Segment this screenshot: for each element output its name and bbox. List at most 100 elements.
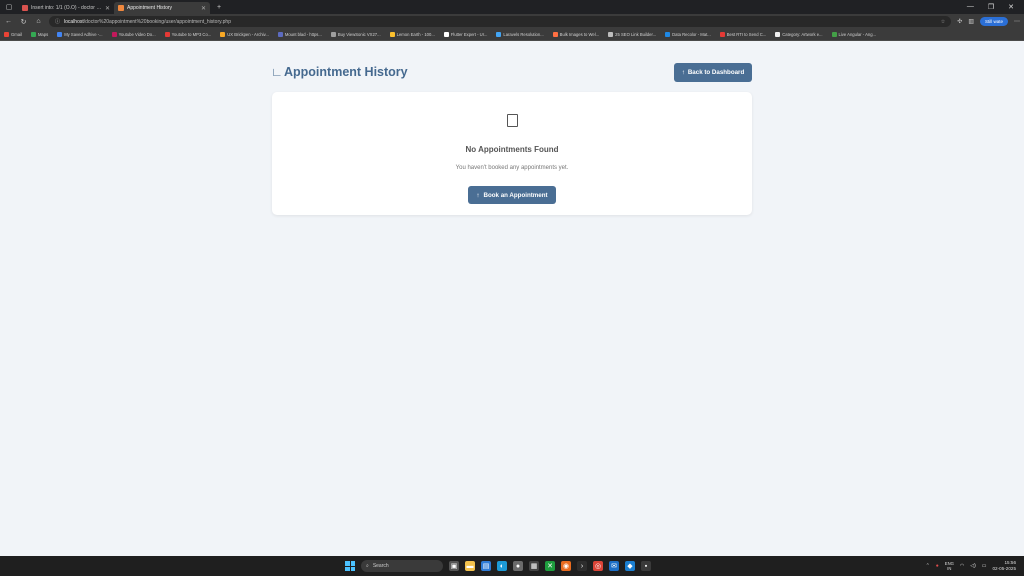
empty-state-card: No Appointments Found You haven't booked…: [272, 92, 752, 215]
bookmark-item[interactable]: UX Brickpen - Archiv...: [220, 32, 269, 37]
bookmark-item[interactable]: Gmail: [4, 32, 22, 37]
browser-tab-bar: ▢ Insert into: 1/1 (O.O) - doctor app ✕ …: [0, 0, 1024, 14]
tab-close-icon[interactable]: ✕: [201, 5, 206, 12]
bookmark-favicon-icon: [30, 32, 36, 37]
bookmark-favicon-icon: [57, 32, 63, 37]
empty-calendar-icon: [507, 114, 518, 127]
bookmark-label: 25 SEO Link Builder...: [615, 32, 657, 37]
file-explorer-icon[interactable]: ▬: [465, 561, 475, 571]
bookmark-favicon-icon: [111, 32, 117, 37]
reload-icon[interactable]: ↻: [19, 18, 28, 26]
page-content: ∟ Appointment History ↑ Back to Dashboar…: [0, 41, 1024, 556]
back-to-dashboard-button[interactable]: ↑ Back to Dashboard: [674, 62, 752, 82]
bookmark-item[interactable]: Live Angular - Ang...: [831, 32, 876, 37]
book-appointment-button[interactable]: ↑ Book an Appointment: [468, 186, 556, 204]
bookmark-item[interactable]: Lemon Earth - 100...: [389, 32, 435, 37]
home-icon[interactable]: ⌂: [34, 18, 43, 25]
bookmark-item[interactable]: Mount blad - https...: [277, 32, 322, 37]
xbox-icon[interactable]: ✕: [545, 561, 555, 571]
edge-icon[interactable]: ◐: [497, 561, 507, 571]
bookmark-favicon-icon: [330, 32, 336, 37]
terminal-icon[interactable]: ›: [577, 561, 587, 571]
battery-icon[interactable]: ▭: [982, 563, 987, 569]
bookmark-label: Flutter Expert - Ur...: [450, 32, 488, 37]
url-host: localhost: [64, 18, 84, 25]
page-header: ∟ Appointment History ↑ Back to Dashboar…: [271, 62, 752, 82]
back-button-label: Back to Dashboard: [687, 68, 745, 76]
taskbar: ⌕ Search ▣ ▬ ▤ ◐ ● ▦ ✕ ◉ › ◎ ✉ ◆ ▪ ⌃ ● E…: [0, 556, 1024, 576]
tray-chevron-icon[interactable]: ⌃: [926, 563, 930, 569]
language-indicator[interactable]: ENG IN: [945, 561, 954, 572]
bookmark-item[interactable]: Laravels Resolution...: [496, 32, 544, 37]
browser-tab[interactable]: Insert into: 1/1 (O.O) - doctor app ✕: [18, 2, 114, 14]
bookmark-favicon-icon: [4, 32, 9, 37]
tab-favicon-icon: [118, 5, 124, 11]
windows-start-icon[interactable]: [345, 561, 355, 571]
chrome-icon[interactable]: ◎: [593, 561, 603, 571]
tab-label: Appointment History: [127, 5, 173, 11]
vscode-icon[interactable]: ◆: [625, 561, 635, 571]
photos-icon[interactable]: ▤: [481, 561, 491, 571]
bookmark-label: Best RTI to Send C...: [726, 32, 767, 37]
bookmark-item[interactable]: Maps: [30, 32, 49, 37]
bookmark-item[interactable]: My Saved Adhive -...: [57, 32, 103, 37]
taskbar-search-input[interactable]: ⌕ Search: [361, 560, 443, 572]
bookmark-star-icon[interactable]: ☆: [941, 19, 945, 25]
minimize-icon[interactable]: —: [967, 3, 974, 11]
bookmark-item[interactable]: Flutter Expert - Ur...: [443, 32, 488, 37]
bookmark-label: Data Recolor - Mat...: [672, 32, 711, 37]
taskbar-apps: ⌕ Search ▣ ▬ ▤ ◐ ● ▦ ✕ ◉ › ◎ ✉ ◆ ▪: [345, 556, 651, 576]
bookmark-item[interactable]: Bulk Images to Wel...: [552, 32, 600, 37]
clock[interactable]: 15:56 02-05-2025: [993, 560, 1017, 572]
bookmark-label: Bulk Images to Wel...: [559, 32, 600, 37]
github-desktop-icon[interactable]: ●: [513, 561, 523, 571]
restore-icon[interactable]: ❐: [988, 3, 994, 11]
back-arrow-icon[interactable]: ←: [4, 18, 13, 25]
extensions-icon[interactable]: ✣: [957, 18, 962, 25]
tray-app-icon[interactable]: ●: [936, 563, 939, 569]
tab-close-icon[interactable]: ✕: [105, 5, 110, 12]
bookmark-favicon-icon: [719, 32, 725, 37]
browser-tab-active[interactable]: Appointment History ✕: [114, 2, 210, 14]
bookmarks-bar: Gmail Maps My Saved Adhive -... Youtube Vid…: [0, 29, 1024, 41]
bookmark-favicon-icon: [552, 32, 558, 37]
arrow-left-icon: ↑: [681, 68, 685, 76]
bookmark-item[interactable]: 25 SEO Link Builder...: [608, 32, 656, 37]
tab-favicon-icon: [22, 5, 28, 11]
bookmark-item[interactable]: Buy ViewSonic VX27...: [330, 32, 381, 37]
bookmark-item[interactable]: Youtube Video Do...: [111, 32, 156, 37]
bookmark-favicon-icon: [277, 32, 283, 37]
new-tab-icon[interactable]: +: [214, 2, 224, 12]
bookmark-label: Maps: [37, 32, 49, 37]
bookmark-label: Category: Artwork e...: [782, 32, 823, 37]
address-bar-row: ← ↻ ⌂ ⓘ localhost/doctor%20appointment%2…: [0, 14, 1024, 29]
history-icon: ∟: [271, 65, 283, 79]
volume-icon[interactable]: ◁): [970, 563, 976, 569]
profile-button[interactable]: Still wate: [979, 17, 1008, 26]
bookmark-favicon-icon: [608, 32, 614, 37]
bookmark-item[interactable]: Best RTI to Send C...: [719, 32, 767, 37]
bookmark-favicon-icon: [775, 32, 781, 37]
book-button-label: Book an Appointment: [483, 191, 548, 199]
store-icon[interactable]: ▪: [641, 561, 651, 571]
url-input[interactable]: ⓘ localhost/doctor%20appointment%20booki…: [49, 16, 952, 27]
outlook-icon[interactable]: ✉: [609, 561, 619, 571]
browser-menu-icon[interactable]: ⋯: [1014, 18, 1020, 25]
bookmark-label: My Saved Adhive -...: [64, 32, 103, 37]
taskbar-search-label: Search: [372, 563, 389, 569]
bookmark-item[interactable]: Category: Artwork e...: [775, 32, 823, 37]
system-tray: ⌃ ● ENG IN ◠ ◁) ▭ 15:56 02-05-2025: [926, 556, 1016, 576]
wifi-icon[interactable]: ◠: [960, 563, 964, 569]
bookmark-item[interactable]: Data Recolor - Mat...: [665, 32, 711, 37]
window-menu-icon[interactable]: ▢: [4, 2, 14, 12]
bookmark-label: Youtube Video Do...: [118, 32, 156, 37]
firefox-icon[interactable]: ◉: [561, 561, 571, 571]
bookmark-favicon-icon: [389, 32, 395, 37]
calculator-icon[interactable]: ▦: [529, 561, 539, 571]
site-info-icon[interactable]: ⓘ: [55, 18, 60, 25]
task-view-icon[interactable]: ▣: [449, 561, 459, 571]
bookmark-item[interactable]: Youtube to MP3 Co...: [164, 32, 211, 37]
empty-state-message: You haven't booked any appointments yet.: [455, 165, 569, 171]
close-window-icon[interactable]: ✕: [1008, 3, 1014, 11]
split-view-icon[interactable]: ▥: [968, 18, 974, 25]
